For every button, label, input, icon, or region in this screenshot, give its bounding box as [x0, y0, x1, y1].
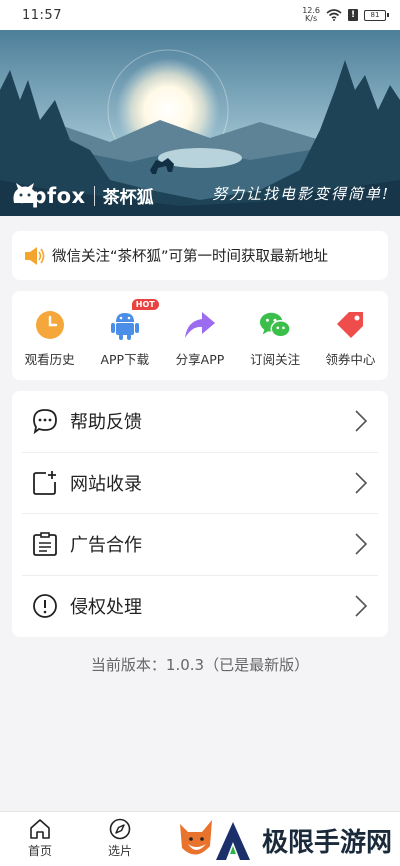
fox-logo-icon: [13, 183, 37, 203]
menu-item-label: 帮助反馈: [70, 412, 142, 434]
hot-badge: HOT: [131, 299, 159, 310]
chevron-right-icon: [355, 533, 368, 555]
quick-action-history[interactable]: 观看历史: [15, 309, 85, 380]
chevron-right-icon: [355, 410, 368, 432]
menu-item-label: 网站收录: [70, 473, 142, 495]
menu-item-label: 侵权处理: [70, 597, 142, 619]
status-icons: 12.6 K/s ! 81: [302, 7, 389, 23]
chevron-right-icon: [355, 595, 368, 617]
clock-icon: [35, 311, 64, 339]
wifi-icon: [326, 9, 342, 21]
chat-bubble-icon: [33, 409, 57, 435]
brand-name-cn: 茶杯狐: [102, 188, 154, 208]
menu-item-help-feedback[interactable]: 帮助反馈: [22, 391, 378, 453]
quick-action-label: APP下载: [100, 352, 150, 367]
brand-separator: [93, 185, 95, 206]
share-icon: [184, 312, 215, 338]
tab-home[interactable]: 首页: [15, 818, 65, 859]
compass-icon: [109, 818, 131, 840]
version-info: 当前版本：1.0.3（已是最新版）: [90, 656, 310, 674]
network-speed: 12.6 K/s: [302, 7, 320, 23]
watermark: 极限手游网: [210, 815, 400, 866]
coupon-icon: [337, 312, 364, 338]
menu-item-label: 广告合作: [70, 535, 142, 557]
quick-action-label: 领券中心: [325, 352, 376, 367]
network-speed-unit: K/s: [305, 14, 318, 23]
quick-action-app-download[interactable]: HOT APP下载: [90, 299, 160, 380]
wechat-icon: [260, 312, 291, 338]
add-page-icon: [33, 470, 56, 495]
android-icon: [110, 313, 139, 340]
quick-actions: 观看历史 HOT APP下载 分享APP 订阅关注 领券中心: [12, 291, 388, 380]
home-icon: [30, 819, 50, 839]
speaker-icon: [25, 246, 45, 265]
document-icon: [33, 532, 57, 557]
battery-icon: 81: [364, 9, 389, 21]
exclamation-icon: [33, 594, 57, 619]
watermark-logo-icon: [211, 818, 255, 863]
menu-item-site-submit[interactable]: 网站收录: [22, 453, 378, 514]
tab-label: 首页: [27, 844, 52, 858]
status-time: 11:57: [22, 7, 62, 23]
quick-action-share[interactable]: 分享APP: [165, 309, 235, 380]
quick-action-coupon[interactable]: 领券中心: [315, 309, 385, 380]
brand-logo: upfox 茶杯狐: [12, 183, 154, 208]
watermark-text: 极限手游网: [262, 828, 393, 858]
quick-action-subscribe[interactable]: 订阅关注: [240, 309, 310, 380]
wechat-notice[interactable]: 微信关注“茶杯狐”可第一时间获取最新地址: [12, 231, 388, 280]
menu-item-ad-cooperation[interactable]: 广告合作: [22, 514, 378, 576]
tab-browse[interactable]: 选片: [95, 818, 145, 859]
quick-action-label: 观看历史: [24, 352, 75, 367]
banner-slogan: 努力让找电影变得简单!: [211, 185, 390, 203]
tab-label: 选片: [107, 844, 132, 858]
alert-icon: !: [348, 9, 358, 21]
status-bar: 11:57 12.6 K/s ! 81: [0, 0, 400, 30]
notice-text: 微信关注“茶杯狐”可第一时间获取最新地址: [52, 249, 329, 265]
chevron-right-icon: [355, 472, 368, 494]
settings-menu: 帮助反馈 网站收录 广告合作 侵权处理: [12, 391, 388, 637]
banner[interactable]: upfox 茶杯狐 努力让找电影变得简单!: [0, 30, 400, 216]
quick-action-label: 订阅关注: [250, 352, 301, 367]
quick-action-label: 分享APP: [175, 352, 225, 367]
menu-item-infringement[interactable]: 侵权处理: [22, 576, 378, 638]
